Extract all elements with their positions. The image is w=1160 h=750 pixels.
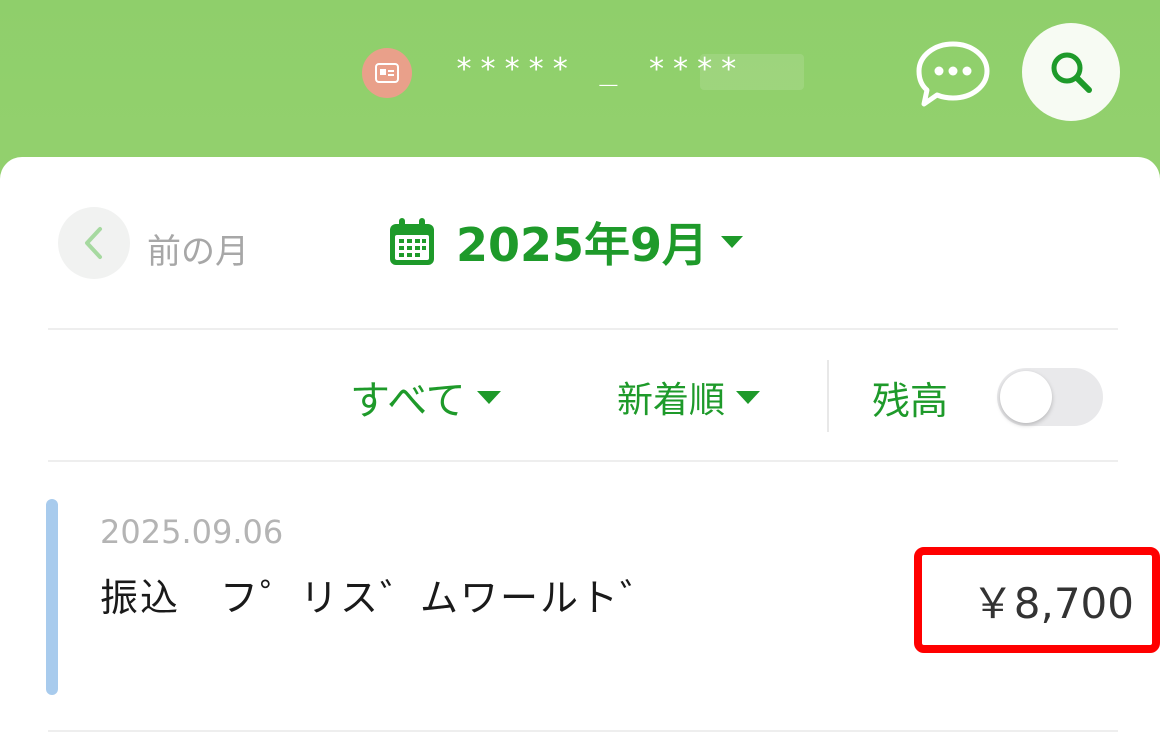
chat-bubble-icon[interactable] — [914, 38, 992, 110]
transaction-amount: ￥8,700 — [971, 578, 1134, 628]
transaction-date: 2025.09.06 — [100, 513, 284, 551]
sort-order-label: 新着順 — [617, 380, 726, 421]
caret-down-icon — [476, 391, 501, 404]
statement-card: 前の月 2025年9月 すべて 新着順 残高 2025.09.06 振込 フ゜リ… — [0, 157, 1160, 750]
app-header: ***** _ **** — [0, 0, 1160, 160]
month-label: 2025年9月 — [456, 218, 709, 272]
account-number-mask — [700, 54, 804, 90]
search-icon — [1051, 52, 1092, 93]
filter-all-label: すべて — [350, 378, 466, 424]
divider — [48, 730, 1118, 732]
transaction-indicator-bar — [46, 499, 58, 695]
caret-down-icon — [721, 236, 744, 248]
month-selector[interactable]: 2025年9月 — [388, 212, 744, 272]
sort-order-dropdown[interactable]: 新着順 — [617, 372, 761, 422]
divider — [48, 328, 1118, 330]
card-icon[interactable] — [362, 48, 412, 98]
chevron-left-icon — [85, 227, 102, 259]
transaction-amount-highlight: ￥8,700 — [914, 547, 1160, 653]
vertical-divider — [827, 360, 829, 432]
divider — [48, 460, 1118, 462]
search-button[interactable] — [1022, 23, 1120, 121]
calendar-icon — [390, 218, 434, 265]
filter-all-dropdown[interactable]: すべて — [350, 372, 502, 424]
transaction-description: 振込 フ゜リス゛ムワールト゛ — [100, 576, 661, 620]
prev-month-button[interactable] — [58, 207, 130, 279]
prev-month-label[interactable]: 前の月 — [147, 224, 249, 273]
balance-toggle[interactable] — [997, 368, 1103, 426]
caret-down-icon — [736, 391, 761, 404]
toggle-knob — [1000, 371, 1052, 423]
balance-label: 残高 — [872, 378, 949, 423]
